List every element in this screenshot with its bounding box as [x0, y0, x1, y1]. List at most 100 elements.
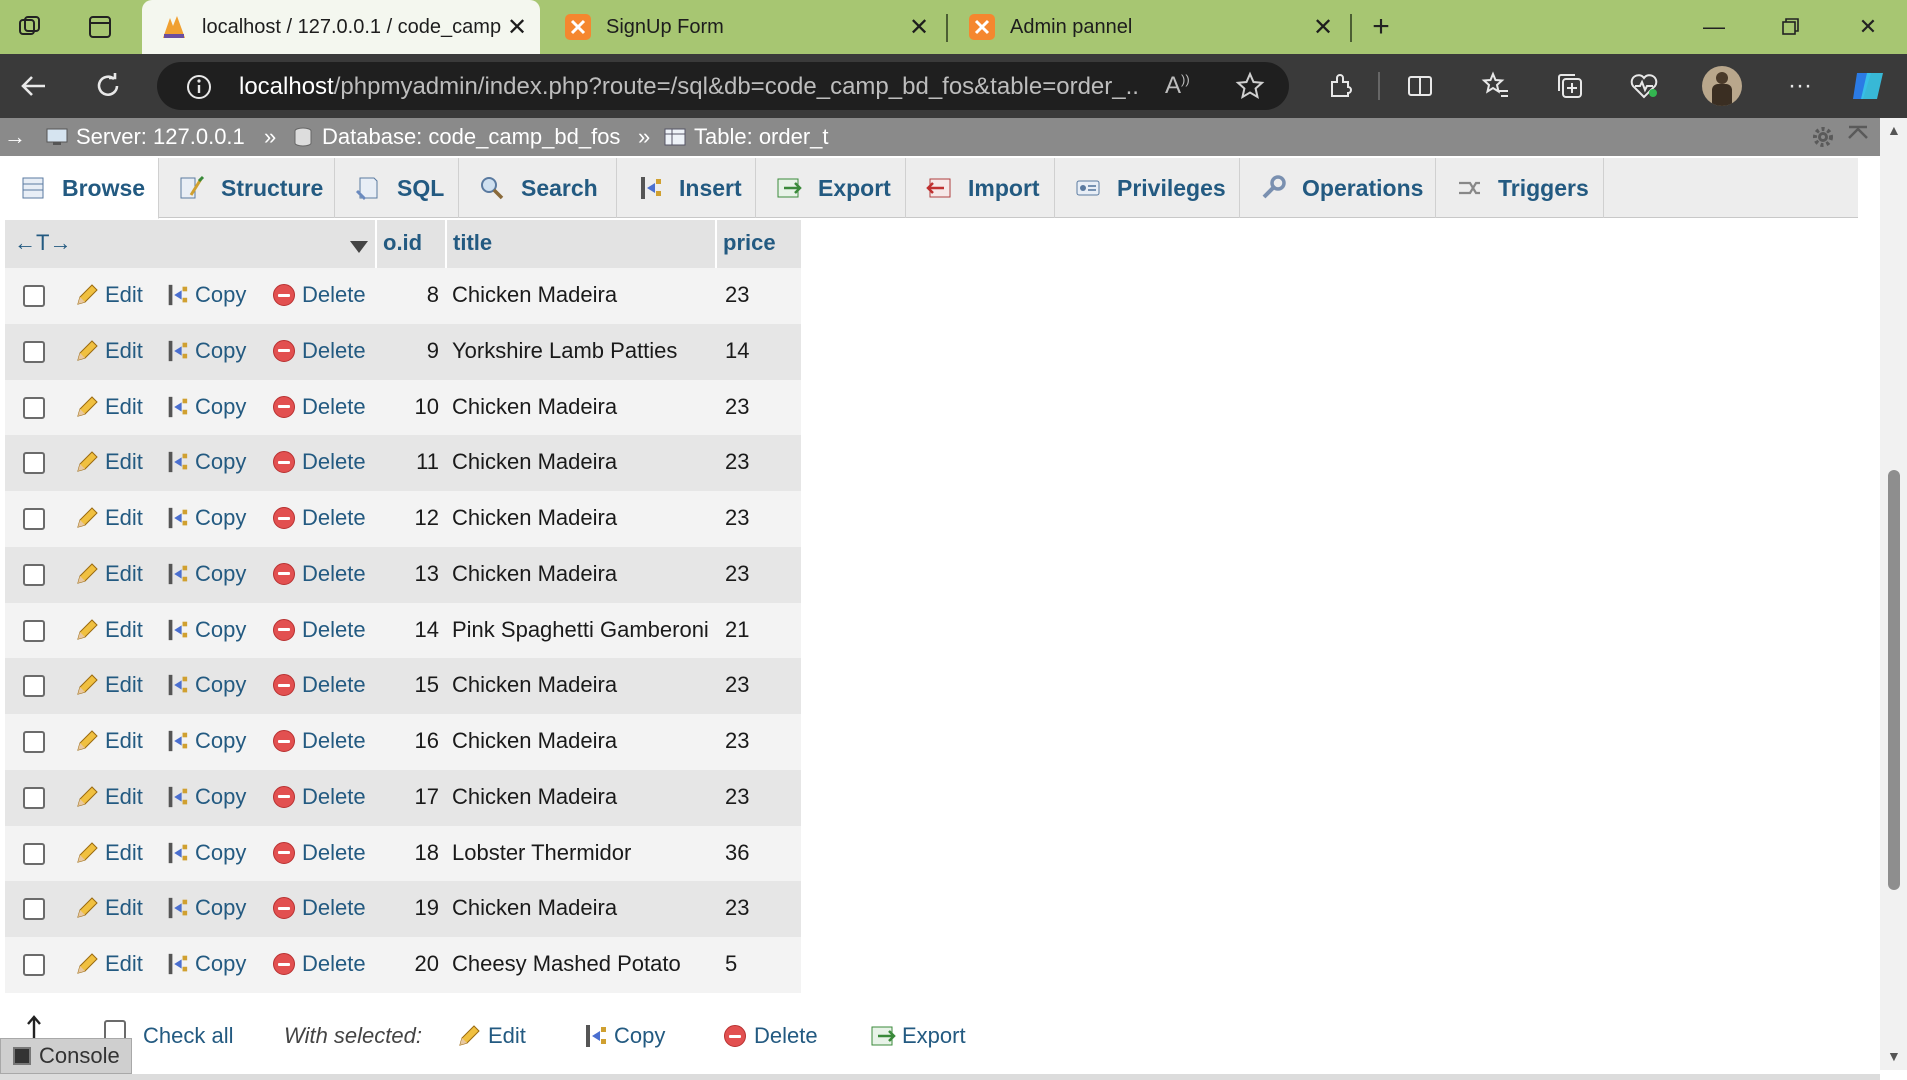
favorite-star-icon[interactable]: [1235, 71, 1265, 106]
row-edit-button[interactable]: Edit: [75, 895, 143, 921]
row-edit-button[interactable]: Edit: [75, 728, 143, 754]
tab-browse[interactable]: Browse: [0, 158, 159, 219]
browser-tab-admin[interactable]: Admin pannel ✕: [950, 0, 1346, 54]
tab-search[interactable]: Search: [459, 158, 617, 218]
row-delete-button[interactable]: Delete: [272, 394, 366, 420]
extensions-icon[interactable]: [1320, 66, 1360, 106]
row-checkbox[interactable]: [23, 508, 45, 530]
row-checkbox[interactable]: [23, 285, 45, 307]
row-edit-button[interactable]: Edit: [75, 617, 143, 643]
row-edit-button[interactable]: Edit: [75, 951, 143, 977]
row-delete-button[interactable]: Delete: [272, 617, 366, 643]
row-edit-button[interactable]: Edit: [75, 505, 143, 531]
minimize-icon[interactable]: —: [1676, 0, 1752, 54]
row-edit-button[interactable]: Edit: [75, 338, 143, 364]
settings-gear-icon[interactable]: [1810, 124, 1836, 156]
row-checkbox[interactable]: [23, 340, 45, 363]
new-tab-icon[interactable]: +: [1363, 9, 1399, 45]
tab-export[interactable]: Export: [756, 158, 906, 218]
breadcrumb-database[interactable]: Database: code_camp_bd_fos: [292, 124, 620, 150]
row-checkbox[interactable]: [23, 842, 45, 865]
scroll-up-icon[interactable]: ▲: [1887, 122, 1901, 138]
check-all-label[interactable]: Check all: [143, 1023, 233, 1049]
row-delete-button[interactable]: Delete: [272, 728, 366, 754]
row-edit-button[interactable]: Edit: [75, 449, 143, 475]
vertical-scrollbar[interactable]: ▲ ▼: [1880, 118, 1907, 1070]
favorites-icon[interactable]: [1476, 66, 1516, 106]
more-options-icon[interactable]: ···: [1780, 66, 1820, 106]
read-aloud-icon[interactable]: A)): [1165, 72, 1190, 100]
address-bar[interactable]: localhost/phpmyadmin/index.php?route=/sq…: [157, 62, 1289, 110]
row-copy-button[interactable]: Copy: [165, 784, 246, 810]
back-icon[interactable]: [14, 66, 54, 106]
close-icon[interactable]: ✕: [904, 12, 934, 42]
collapse-top-icon[interactable]: [1846, 124, 1870, 156]
close-icon[interactable]: ✕: [1308, 12, 1338, 42]
tab-privileges[interactable]: Privileges: [1055, 158, 1240, 218]
row-checkbox[interactable]: [23, 619, 45, 642]
row-copy-button[interactable]: Copy: [165, 951, 246, 977]
column-toggle[interactable]: ←T→: [14, 230, 71, 256]
scrollbar-thumb[interactable]: [1888, 470, 1900, 890]
refresh-icon[interactable]: [88, 66, 128, 106]
tab-operations[interactable]: Operations: [1240, 158, 1436, 218]
avatar[interactable]: [1702, 66, 1742, 106]
row-delete-button[interactable]: Delete: [272, 338, 366, 364]
row-copy-button[interactable]: Copy: [165, 895, 246, 921]
row-edit-button[interactable]: Edit: [75, 394, 143, 420]
row-edit-button[interactable]: Edit: [75, 840, 143, 866]
tab-import[interactable]: Import: [906, 158, 1055, 218]
row-copy-button[interactable]: Copy: [165, 394, 246, 420]
tab-sql[interactable]: SQL: [335, 158, 459, 218]
row-copy-button[interactable]: Copy: [165, 617, 246, 643]
browser-essentials-icon[interactable]: [1624, 66, 1664, 106]
row-delete-button[interactable]: Delete: [272, 895, 366, 921]
bulk-edit-button[interactable]: Edit: [456, 1023, 526, 1049]
breadcrumb-server[interactable]: Server: 127.0.0.1: [46, 124, 245, 150]
row-delete-button[interactable]: Delete: [272, 951, 366, 977]
column-header-title[interactable]: title: [453, 230, 492, 256]
row-copy-button[interactable]: Copy: [165, 561, 246, 587]
row-checkbox[interactable]: [23, 731, 45, 753]
collections-icon[interactable]: [1550, 66, 1590, 106]
row-edit-button[interactable]: Edit: [75, 282, 143, 308]
row-edit-button[interactable]: Edit: [75, 561, 143, 587]
close-window-icon[interactable]: ✕: [1830, 0, 1906, 54]
row-edit-button[interactable]: Edit: [75, 784, 143, 810]
row-delete-button[interactable]: Delete: [272, 282, 366, 308]
bulk-export-button[interactable]: Export: [870, 1023, 966, 1049]
row-copy-button[interactable]: Copy: [165, 282, 246, 308]
browser-tab-phpmyadmin[interactable]: localhost / 127.0.0.1 / code_camp ✕: [142, 0, 540, 54]
column-header-id[interactable]: o.id: [383, 230, 422, 256]
bulk-delete-button[interactable]: Delete: [722, 1023, 818, 1049]
breadcrumb-table[interactable]: Table: order_t: [664, 124, 829, 150]
column-header-price[interactable]: price: [723, 230, 776, 256]
workspaces-icon[interactable]: [12, 9, 48, 45]
row-checkbox[interactable]: [23, 954, 45, 976]
console-button[interactable]: Console: [0, 1038, 132, 1074]
tab-insert[interactable]: Insert: [617, 158, 756, 218]
sort-dropdown-icon[interactable]: [349, 234, 369, 260]
close-icon[interactable]: ✕: [502, 12, 532, 42]
row-copy-button[interactable]: Copy: [165, 672, 246, 698]
row-copy-button[interactable]: Copy: [165, 728, 246, 754]
row-delete-button[interactable]: Delete: [272, 672, 366, 698]
row-checkbox[interactable]: [23, 786, 45, 809]
row-delete-button[interactable]: Delete: [272, 784, 366, 810]
row-delete-button[interactable]: Delete: [272, 505, 366, 531]
row-copy-button[interactable]: Copy: [165, 840, 246, 866]
tab-structure[interactable]: Structure: [159, 158, 335, 218]
browser-tab-signup[interactable]: SignUp Form ✕: [546, 0, 942, 54]
scroll-down-icon[interactable]: ▼: [1887, 1048, 1901, 1064]
row-delete-button[interactable]: Delete: [272, 561, 366, 587]
row-checkbox[interactable]: [23, 563, 45, 586]
site-info-icon[interactable]: [185, 73, 213, 106]
split-screen-icon[interactable]: [1400, 66, 1440, 106]
row-delete-button[interactable]: Delete: [272, 840, 366, 866]
row-checkbox[interactable]: [23, 675, 45, 698]
tab-triggers[interactable]: Triggers: [1436, 158, 1604, 218]
breadcrumb-arrow[interactable]: →: [4, 124, 26, 150]
row-copy-button[interactable]: Copy: [165, 505, 246, 531]
row-copy-button[interactable]: Copy: [165, 338, 246, 364]
bulk-copy-button[interactable]: Copy: [582, 1023, 665, 1049]
